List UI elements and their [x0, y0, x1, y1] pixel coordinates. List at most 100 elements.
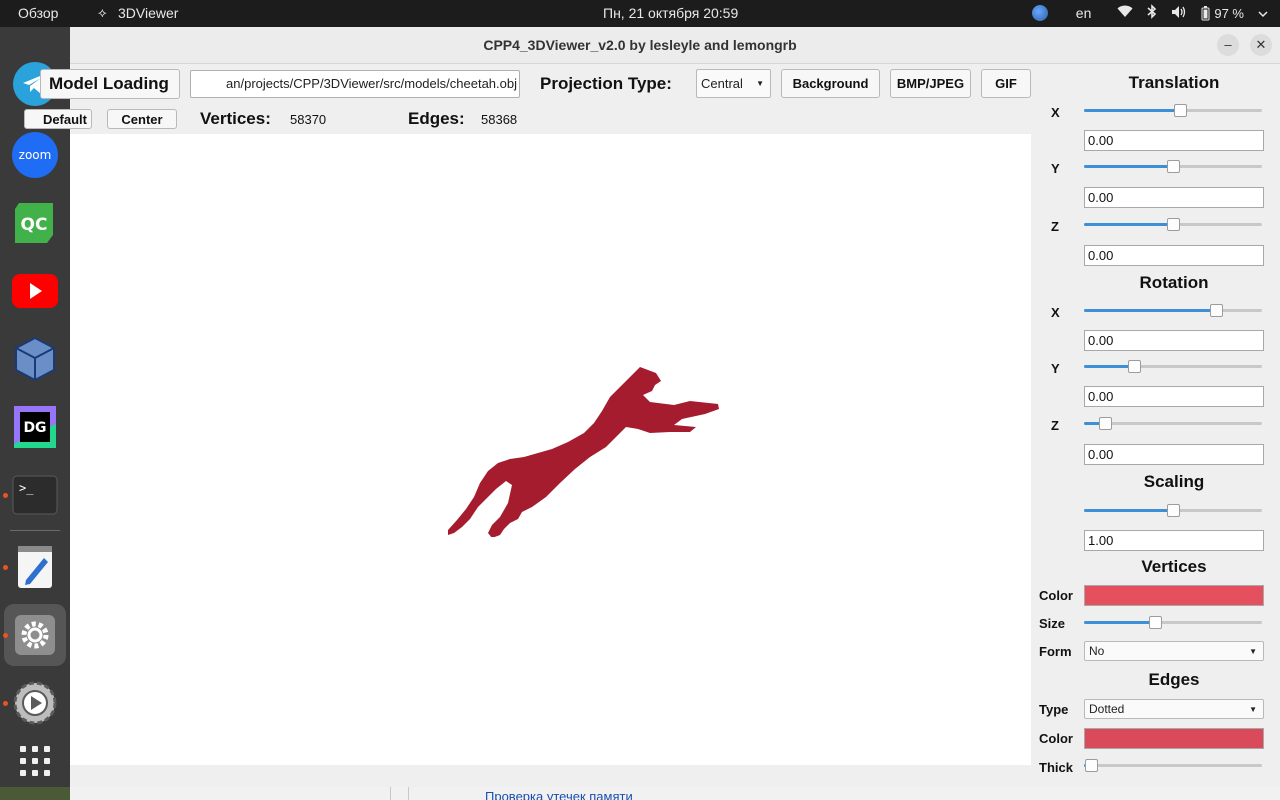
battery-icon[interactable]: 97 %	[1201, 5, 1244, 21]
translation-z-label: Z	[1051, 219, 1059, 234]
svg-text:>_: >_	[19, 481, 34, 495]
translation-y-input[interactable]: 0.00	[1084, 187, 1264, 208]
youtube-icon[interactable]	[11, 267, 59, 315]
dock: zoom QC DG >_	[0, 27, 70, 800]
window-titlebar[interactable]: CPP4_3DViewer_v2.0 by lesleyle and lemon…	[70, 27, 1280, 64]
scaling-input[interactable]: 1.00	[1084, 530, 1264, 551]
vertices-form-value: No	[1089, 644, 1105, 658]
gif-button[interactable]: GIF	[981, 69, 1031, 98]
dock-separator	[10, 530, 60, 531]
rotation-title: Rotation	[1139, 273, 1209, 292]
active-app-menu[interactable]: ⟡ 3DViewer	[98, 5, 178, 21]
qt-creator-icon[interactable]: QC	[11, 199, 59, 247]
memory-leak-check-link[interactable]: Проверка утечек памяти	[485, 789, 633, 800]
model-loading-button[interactable]: Model Loading	[40, 69, 180, 99]
globe-icon[interactable]	[1031, 5, 1048, 21]
rotation-x-slider[interactable]	[1084, 304, 1262, 318]
edges-title: Edges	[1148, 670, 1200, 689]
keyboard-layout[interactable]: en	[1076, 5, 1092, 21]
cheetah-model	[448, 367, 719, 537]
text-editor-icon[interactable]	[11, 543, 59, 591]
system-top-bar: Обзор ⟡ 3DViewer Пн, 21 октября 20:59 en…	[0, 0, 1280, 27]
background-window-strip: Проверка утечек памяти	[70, 787, 1280, 800]
terminal-icon[interactable]: >_	[11, 471, 59, 519]
zoom-icon[interactable]: zoom	[11, 131, 59, 179]
dropdown-arrow-icon: ▼	[756, 79, 764, 88]
control-panel: Translation X 0.00 Y 0.00 Z 0.00 Rotatio…	[1031, 64, 1280, 787]
translation-z-input[interactable]: 0.00	[1084, 245, 1264, 266]
translation-y-label: Y	[1051, 161, 1060, 176]
vertices-color-button[interactable]	[1084, 585, 1264, 606]
bmp-jpeg-button[interactable]: BMP/JPEG	[890, 69, 971, 98]
edges-thickness-slider[interactable]	[1084, 759, 1262, 773]
translation-x-input[interactable]: 0.00	[1084, 130, 1264, 151]
rotation-z-slider[interactable]	[1084, 417, 1262, 431]
rotation-x-label: X	[1051, 305, 1060, 320]
vertices-size-label: Size	[1039, 616, 1066, 631]
rotation-z-input[interactable]: 0.00	[1084, 444, 1264, 465]
running-indicator	[3, 493, 8, 498]
translation-y-slider[interactable]	[1084, 160, 1262, 174]
vertices-form-label: Form	[1039, 644, 1072, 659]
vertices-title: Vertices	[1141, 557, 1207, 576]
translation-x-slider[interactable]	[1084, 104, 1262, 118]
rotation-z-label: Z	[1051, 418, 1059, 433]
vertices-count-value: 58370	[290, 112, 327, 127]
dropdown-arrow-icon: ▼	[1249, 705, 1257, 714]
power-menu-icon[interactable]	[1258, 6, 1268, 21]
translation-x-label: X	[1051, 105, 1060, 120]
rotation-x-input[interactable]: 0.00	[1084, 330, 1264, 351]
projection-type-label: Projection Type:	[540, 74, 672, 93]
bluetooth-icon[interactable]	[1147, 4, 1157, 22]
scaling-slider[interactable]	[1084, 504, 1262, 518]
wifi-icon[interactable]	[1117, 5, 1133, 21]
center-button[interactable]: Center	[107, 109, 177, 129]
datagrip-icon[interactable]: DG	[11, 403, 59, 451]
3d-viewport[interactable]	[70, 134, 1031, 765]
virtualbox-icon[interactable]	[11, 335, 59, 383]
3dviewer-app-icon[interactable]	[11, 679, 59, 727]
edges-thick-label: Thick	[1039, 760, 1073, 775]
battery-percent: 97 %	[1214, 5, 1244, 21]
edges-type-label: Type	[1039, 702, 1069, 717]
vertices-color-label: Color	[1039, 588, 1073, 603]
app-3d-icon: ⟡	[98, 5, 107, 20]
edges-type-select[interactable]: Dotted ▼	[1084, 699, 1264, 719]
app-grid-icon[interactable]	[11, 737, 59, 785]
vertices-size-slider[interactable]	[1084, 616, 1262, 630]
minimize-button[interactable]: –	[1217, 34, 1239, 56]
dropdown-arrow-icon: ▼	[1249, 647, 1257, 656]
rotation-y-label: Y	[1051, 361, 1060, 376]
close-button[interactable]: ✕	[1250, 34, 1272, 56]
scaling-title: Scaling	[1143, 472, 1205, 491]
edges-count-value: 58368	[481, 112, 518, 127]
system-tray[interactable]: en 97 %	[1031, 4, 1268, 22]
translation-title: Translation	[1128, 73, 1220, 92]
rotation-y-input[interactable]: 0.00	[1084, 386, 1264, 407]
model-loading-label: Model Loading	[49, 74, 169, 93]
vertices-count-label: Vertices:	[200, 109, 271, 128]
clock[interactable]: Пн, 21 октября 20:59	[603, 5, 738, 21]
edges-color-button[interactable]	[1084, 728, 1264, 749]
settings-icon[interactable]	[11, 611, 59, 659]
projection-type-select[interactable]: Central ▼	[696, 69, 771, 98]
rotation-y-slider[interactable]	[1084, 360, 1262, 374]
app-window: CPP4_3DViewer_v2.0 by lesleyle and lemon…	[24, 27, 1280, 787]
projection-type-value: Central	[701, 76, 743, 91]
edges-color-label: Color	[1039, 731, 1073, 746]
volume-icon[interactable]	[1171, 5, 1187, 22]
background-button[interactable]: Background	[781, 69, 880, 98]
vertices-form-select[interactable]: No ▼	[1084, 641, 1264, 661]
svg-text:QC: QC	[21, 215, 48, 235]
activities-button[interactable]: Обзор	[18, 5, 58, 21]
file-path-field[interactable]: an/projects/CPP/3DViewer/src/models/chee…	[190, 70, 520, 98]
translation-z-slider[interactable]	[1084, 218, 1262, 232]
default-button[interactable]: Default	[24, 109, 92, 129]
window-title: CPP4_3DViewer_v2.0 by lesleyle and lemon…	[483, 37, 797, 53]
edges-type-value: Dotted	[1089, 702, 1125, 716]
edges-count-label: Edges:	[408, 109, 465, 128]
running-indicator	[3, 701, 8, 706]
svg-text:zoom: zoom	[19, 148, 52, 162]
desktop-wallpaper-strip	[0, 787, 70, 800]
running-indicator	[3, 633, 8, 638]
